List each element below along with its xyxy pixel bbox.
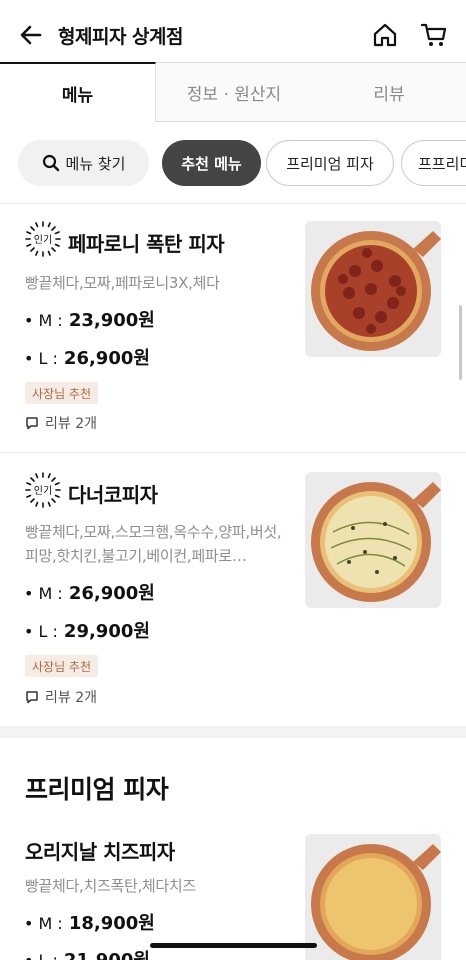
price-large: • L :26,900원 xyxy=(24,348,150,369)
search-chip-label: 메뉴 찾기 xyxy=(65,154,126,173)
popular-badge-icon: 인기 xyxy=(25,472,61,508)
supreme-pizza-image xyxy=(305,472,441,608)
pepperoni-pizza-image xyxy=(305,221,441,357)
price-large: • L :29,900원 xyxy=(24,621,150,642)
item-description: 빵끝체다,치즈폭탄,체다치즈 xyxy=(25,877,196,895)
home-icon[interactable] xyxy=(372,22,398,48)
search-icon xyxy=(42,154,59,172)
comment-icon xyxy=(26,691,38,704)
scrollbar[interactable] xyxy=(459,305,462,380)
category-chips: 메뉴 찾기 추천 메뉴 프리미엄 피자 프프리미 xyxy=(0,140,466,186)
comment-icon xyxy=(26,417,38,430)
app-header: 형제피자 상계점 xyxy=(0,0,466,62)
cart-icon[interactable] xyxy=(420,22,448,48)
back-arrow-icon[interactable] xyxy=(18,22,44,48)
section-divider xyxy=(0,726,466,738)
review-count[interactable]: 리뷰 2개 xyxy=(25,413,97,433)
tab-review[interactable]: 리뷰 xyxy=(312,62,466,122)
tab-menu[interactable]: 메뉴 xyxy=(0,62,156,122)
chip-recommended[interactable]: 추천 메뉴 xyxy=(162,140,261,186)
cheese-pizza-image xyxy=(305,834,441,960)
menu-search-button[interactable]: 메뉴 찾기 xyxy=(18,140,149,186)
popular-badge-icon: 인기 xyxy=(25,221,61,257)
menu-item[interactable]: 인기 페파로니 폭탄 피자 빵끝체다,모짜,페파로니3X,체다 • M :23,… xyxy=(0,204,466,452)
section-title-premium: 프리미엄 피자 xyxy=(25,775,169,804)
tab-info-origin[interactable]: 정보 · 원산지 xyxy=(156,62,312,122)
item-description: 빵끝체다,모짜,스모크햄,옥수수,양파,버섯,피망,핫치킨,불고기,베이컨,페파… xyxy=(25,523,282,565)
price-medium: • M :18,900원 xyxy=(24,913,155,934)
chip-premium[interactable]: 프리미엄 피자 xyxy=(266,140,394,186)
item-description: 빵끝체다,모짜,페파로니3X,체다 xyxy=(25,274,220,292)
menu-item[interactable]: 오리지날 치즈피자 빵끝체다,치즈폭탄,체다치즈 • M :18,900원 • … xyxy=(0,820,466,960)
owner-recommend-tag: 사장님 추천 xyxy=(25,655,99,677)
home-indicator xyxy=(150,943,317,948)
svg-text:인기: 인기 xyxy=(34,485,52,497)
item-name: 오리지날 치즈피자 xyxy=(25,840,175,864)
menu-item[interactable]: 인기 다너코피자 빵끝체다,모짜,스모크햄,옥수수,양파,버섯,피망,핫치킨,불… xyxy=(0,453,466,725)
review-count[interactable]: 리뷰 2개 xyxy=(25,687,97,707)
page-title: 형제피자 상계점 xyxy=(58,26,183,48)
item-name: 페파로니 폭탄 피자 xyxy=(68,232,225,256)
price-medium: • M :26,900원 xyxy=(24,583,155,604)
price-medium: • M :23,900원 xyxy=(24,310,155,331)
item-name: 다너코피자 xyxy=(68,483,158,507)
chip-next-category[interactable]: 프프리미 xyxy=(401,140,466,186)
owner-recommend-tag: 사장님 추천 xyxy=(25,382,99,404)
svg-text:인기: 인기 xyxy=(34,234,52,246)
price-large: • L :21,900원 xyxy=(24,946,150,960)
tab-bar: 메뉴 정보 · 원산지 리뷰 xyxy=(0,62,466,122)
